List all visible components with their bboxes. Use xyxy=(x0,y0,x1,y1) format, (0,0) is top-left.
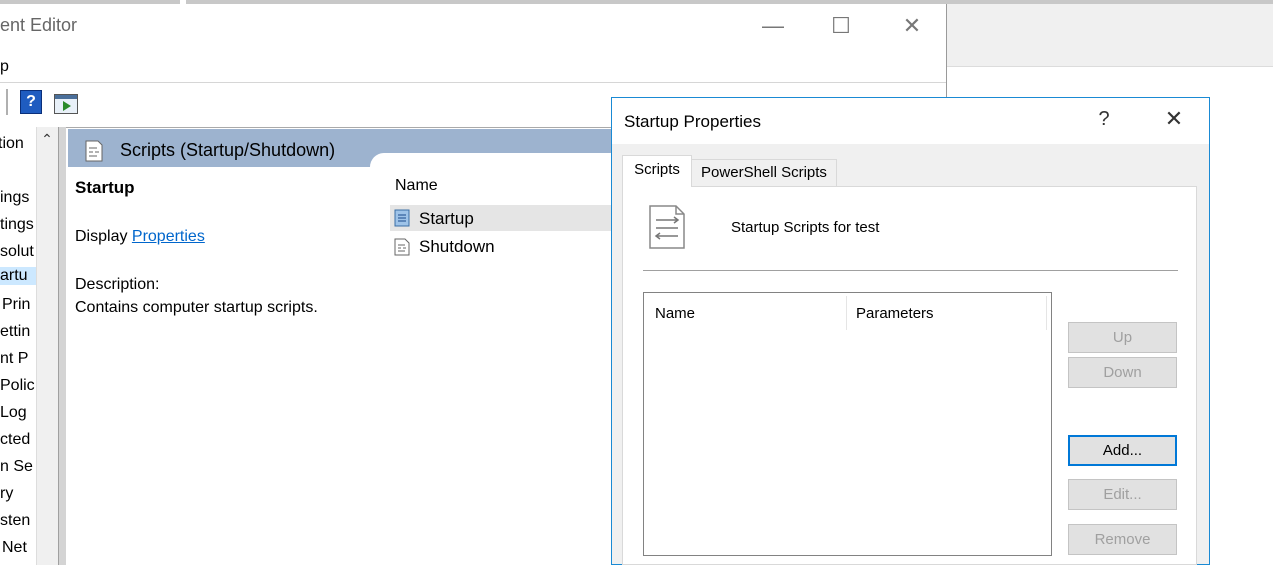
scroll-up-arrow-icon[interactable]: ⌃ xyxy=(36,131,58,155)
panel-title: Startup Scripts for test xyxy=(731,219,880,236)
tree-item[interactable]: Log xyxy=(0,404,27,422)
tree-item[interactable]: ettin xyxy=(0,323,30,341)
tab-scripts[interactable]: Scripts xyxy=(622,155,692,187)
description-label: Description: xyxy=(75,276,160,293)
close-button[interactable]: ✕ xyxy=(889,4,935,48)
menu-help[interactable]: p xyxy=(0,58,9,76)
scripts-list[interactable] xyxy=(643,292,1052,556)
list-item-startup[interactable]: Startup xyxy=(419,209,474,229)
column-header-name[interactable]: Name xyxy=(395,177,438,195)
list-header-parameters[interactable]: Parameters xyxy=(856,305,934,322)
edit-button[interactable]: Edit... xyxy=(1068,479,1177,510)
up-button[interactable]: Up xyxy=(1068,322,1177,353)
tree-item[interactable]: ings xyxy=(0,189,29,207)
script-icon xyxy=(85,140,103,162)
tree-item[interactable]: ry xyxy=(0,485,13,503)
toolbar-separator xyxy=(6,89,8,115)
tree-item[interactable]: Net xyxy=(2,539,27,557)
menu-bar: p xyxy=(0,52,946,83)
tree-item[interactable]: nt P xyxy=(0,350,28,368)
list-item-shutdown[interactable]: Shutdown xyxy=(419,237,495,257)
down-button[interactable]: Down xyxy=(1068,357,1177,388)
tree-item[interactable]: tion xyxy=(0,135,24,153)
minimize-button[interactable]: — xyxy=(750,4,796,48)
show-action-pane-icon[interactable] xyxy=(54,94,78,114)
tree-item[interactable]: Prin xyxy=(2,296,30,314)
script-icon xyxy=(394,209,410,227)
tree-item[interactable]: cted xyxy=(0,431,30,449)
header-curve xyxy=(370,153,628,167)
description-block: Description: Contains computer startup s… xyxy=(75,273,318,319)
maximize-button[interactable]: ☐ xyxy=(818,4,864,48)
window-title: ent Editor xyxy=(0,15,78,35)
panel-separator xyxy=(643,270,1178,271)
script-icon xyxy=(394,238,410,256)
remove-button[interactable]: Remove xyxy=(1068,524,1177,555)
tree-item[interactable]: sten xyxy=(0,512,30,530)
help-icon[interactable]: ? xyxy=(20,90,42,114)
list-header-divider[interactable] xyxy=(846,296,847,330)
dialog-close-button[interactable]: ✕ xyxy=(1160,106,1188,132)
dialog-help-button[interactable]: ? xyxy=(1094,108,1114,131)
properties-link[interactable]: Properties xyxy=(132,228,205,245)
tree-scrollbar[interactable] xyxy=(36,127,59,565)
tree-item[interactable]: Polic xyxy=(0,377,35,395)
tree-pane: tion ings tings solut artu Prin ettin nt… xyxy=(0,127,36,565)
tree-item[interactable]: tings xyxy=(0,216,34,234)
script-file-icon xyxy=(649,205,685,249)
dialog-title: Startup Properties xyxy=(624,112,762,131)
display-line: Display Properties xyxy=(75,228,205,246)
tree-item[interactable]: solut xyxy=(0,243,34,261)
display-prefix: Display xyxy=(75,228,132,245)
list-header-divider[interactable] xyxy=(1046,296,1047,330)
section-title: Startup xyxy=(75,178,135,197)
tree-item-selected[interactable]: artu xyxy=(0,267,36,285)
background-window xyxy=(947,4,1273,67)
add-button[interactable]: Add... xyxy=(1068,435,1177,466)
description-text: Contains computer startup scripts. xyxy=(75,299,318,316)
list-header-name[interactable]: Name xyxy=(655,305,695,322)
tab-powershell-scripts[interactable]: PowerShell Scripts xyxy=(691,159,837,186)
tree-item[interactable]: n Se xyxy=(0,458,33,476)
content-header-title: Scripts (Startup/Shutdown) xyxy=(120,140,336,160)
